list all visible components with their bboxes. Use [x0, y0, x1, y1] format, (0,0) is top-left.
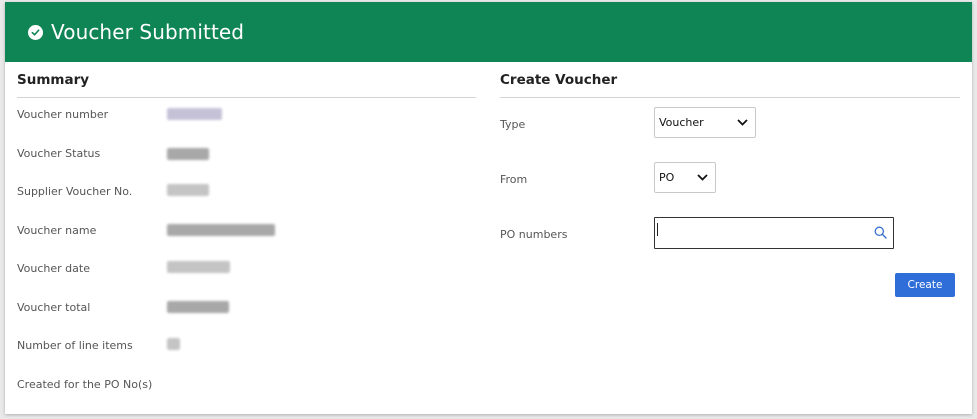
field-value-supplier-voucher-no [167, 184, 209, 196]
field-label-voucher-status: Voucher Status [17, 147, 101, 160]
field-label-voucher-total: Voucher total [17, 301, 91, 314]
voucher-card: Voucher Submitted Summary Voucher number… [5, 2, 972, 414]
search-icon[interactable] [874, 226, 887, 239]
create-voucher-divider [500, 97, 960, 98]
from-select[interactable]: PO [654, 162, 716, 193]
summary-title: Summary [17, 72, 90, 88]
field-label-number-of-line-items: Number of line items [17, 339, 133, 352]
field-value-voucher-date [167, 261, 230, 273]
po-numbers-label: PO numbers [500, 228, 568, 241]
field-value-voucher-number [167, 108, 222, 120]
type-select[interactable]: Voucher [654, 107, 756, 138]
chevron-down-icon [737, 119, 748, 126]
field-label-voucher-number: Voucher number [17, 108, 109, 121]
field-label-voucher-date: Voucher date [17, 262, 90, 275]
create-voucher-title: Create Voucher [500, 72, 618, 88]
field-label-supplier-voucher-no: Supplier Voucher No. [17, 185, 133, 198]
create-button[interactable]: Create [895, 273, 955, 297]
from-select-value: PO [659, 171, 675, 184]
field-value-voucher-total [167, 301, 229, 313]
po-numbers-input[interactable] [654, 217, 894, 249]
chevron-down-icon [697, 174, 708, 181]
from-label: From [500, 173, 528, 186]
field-label-voucher-name: Voucher name [17, 224, 97, 237]
summary-divider [17, 97, 476, 98]
text-caret [657, 223, 658, 236]
type-select-value: Voucher [659, 116, 704, 129]
field-value-voucher-status [167, 148, 209, 160]
check-circle-icon [28, 24, 43, 40]
field-label-created-for-po: Created for the PO No(s) [17, 378, 153, 391]
field-value-number-of-line-items [167, 338, 180, 350]
field-value-voucher-name [167, 224, 275, 236]
banner-title: Voucher Submitted [51, 20, 245, 44]
success-banner: Voucher Submitted [5, 2, 972, 62]
type-label: Type [500, 118, 526, 131]
